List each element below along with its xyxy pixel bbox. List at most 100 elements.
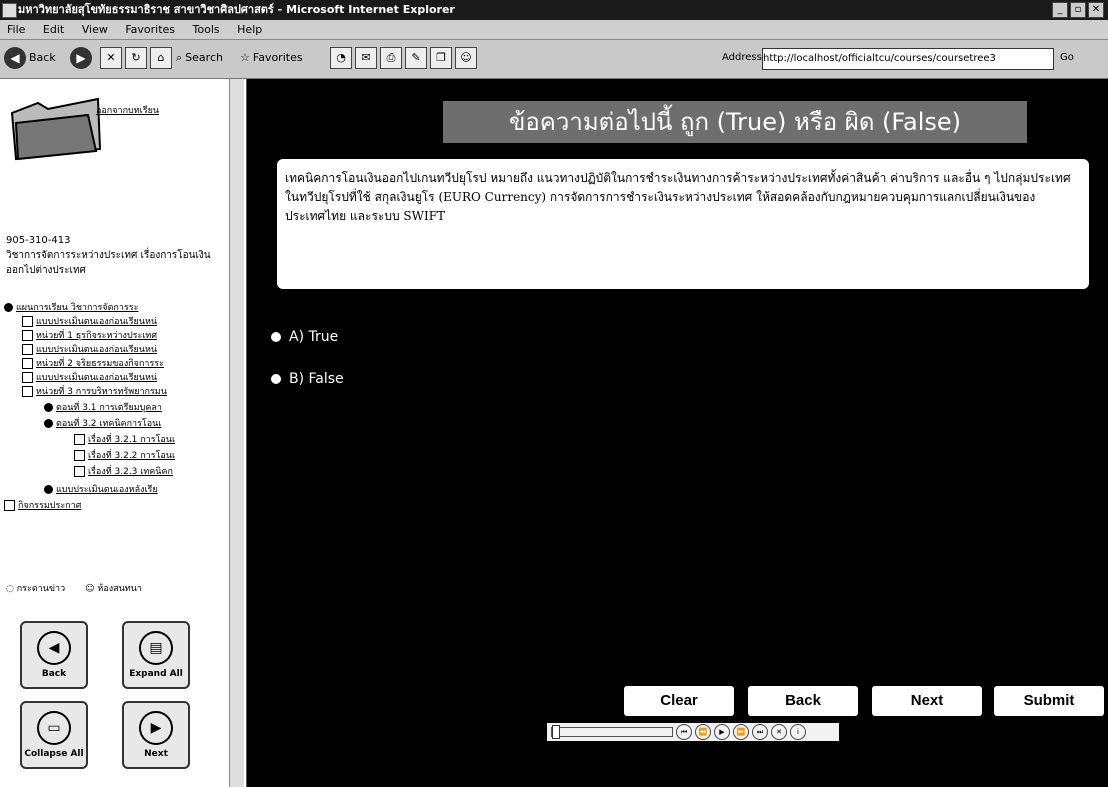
search-toolbar-label: Search: [185, 51, 223, 64]
tree-item[interactable]: หน่วยที่ 3 การบริหารทรัพยากรมน: [22, 385, 167, 399]
document-icon: [74, 466, 85, 477]
option-true-label: A) True: [289, 329, 339, 345]
option-true[interactable]: A) True: [271, 329, 338, 345]
tree-item[interactable]: กิจกรรมประกาศ: [4, 499, 81, 513]
question-text: เทคนิคการโอนเงินออกไปเกนทวีปยุโรป หมายถึ…: [285, 171, 1071, 223]
tree-item[interactable]: แบบประเมินตนเองก่อนเรียนหน่: [22, 371, 157, 385]
progress-knob[interactable]: [552, 725, 560, 739]
tree-item[interactable]: ตอนที่ 3.2 เทคนิคการโอนเ: [44, 417, 161, 431]
menu-favorites[interactable]: Favorites: [118, 20, 182, 39]
exit-course-link[interactable]: ออกจากบทเรียน: [96, 103, 159, 117]
history-icon[interactable]: ◔: [330, 47, 352, 69]
back-toolbar-button[interactable]: ◀ Back: [4, 46, 56, 70]
course-title: วิชาการจัดการระหว่างประเทศ เรื่องการโอนเ…: [6, 250, 211, 276]
ie-icon: [2, 3, 17, 18]
page-icon: [22, 316, 33, 327]
assessment-icon: [44, 485, 53, 494]
plan-icon: [4, 303, 13, 312]
progress-track[interactable]: [551, 725, 673, 739]
stop-icon[interactable]: ✕: [100, 47, 122, 69]
window-title: มหาวิทยาลัยสุโขทัยธรรมาธิราช สาขาวิชาศิล…: [18, 3, 455, 16]
menu-edit[interactable]: Edit: [36, 20, 71, 39]
course-info: 905-310-413 วิชาการจัดการระหว่างประเทศ เ…: [6, 233, 228, 278]
tree-item[interactable]: หน่วยที่ 1 ธุรกิจระหว่างประเทศ: [22, 329, 157, 343]
page-icon: [22, 372, 33, 383]
course-sidebar: ออกจากบทเรียน 905-310-413 วิชาการจัดการร…: [0, 79, 247, 787]
favorites-toolbar-button[interactable]: ☆ Favorites: [240, 46, 303, 70]
search-icon: ⌕: [176, 51, 183, 64]
search-toolbar-button[interactable]: ⌕ Search: [176, 46, 223, 70]
info-icon[interactable]: i: [790, 724, 806, 740]
tree-item[interactable]: เรื่องที่ 3.2.1 การโอนเ: [74, 433, 175, 447]
refresh-icon[interactable]: ↻: [125, 47, 147, 69]
quiz-panel: ข้อความต่อไปนี้ ถูก (True) หรือ ผิด (Fal…: [247, 79, 1108, 787]
discuss-icon[interactable]: ❐: [430, 47, 452, 69]
page-icon: [22, 330, 33, 341]
page-icon: [22, 358, 33, 369]
menu-bar: File Edit View Favorites Tools Help: [0, 20, 1108, 40]
maximize-button[interactable]: ▫: [1070, 2, 1086, 18]
close-button[interactable]: ✕: [1088, 2, 1104, 18]
forward-icon[interactable]: ⏩: [733, 724, 749, 740]
section-icon: [44, 403, 53, 412]
rewind-icon[interactable]: ⏪: [695, 724, 711, 740]
section-icon: [44, 419, 53, 428]
tree-item[interactable]: เรื่องที่ 3.2.3 เทคนิคก: [74, 465, 173, 479]
tree-item[interactable]: แบบประเมินตนเองหลังเรีย: [44, 483, 158, 497]
last-icon[interactable]: ⏭: [752, 724, 768, 740]
first-icon[interactable]: ⏮: [676, 724, 692, 740]
expand-all-button[interactable]: ▤ Expand All: [122, 621, 190, 689]
forward-toolbar-button[interactable]: ▶: [70, 46, 92, 70]
radio-true[interactable]: [271, 332, 281, 342]
tree-item[interactable]: เรื่องที่ 3.2.2 การโอนเ: [74, 449, 175, 463]
back-icon: ◀: [37, 631, 71, 665]
tree-item[interactable]: แผนการเรียน วิชาการจัดการระ: [4, 301, 138, 315]
mail-icon[interactable]: ✉: [355, 47, 377, 69]
back-toolbar-label: Back: [29, 51, 56, 64]
print-icon[interactable]: ⎙: [380, 47, 402, 69]
star-icon: ☆: [240, 51, 250, 64]
edit-icon[interactable]: ✎: [405, 47, 427, 69]
tree-item[interactable]: ตอนที่ 3.1 การเตรียมบุคลา: [44, 401, 162, 415]
address-label: Address: [722, 52, 762, 63]
expand-folder-icon: ▤: [139, 631, 173, 665]
board-link[interactable]: ◌ กระดานข่าว: [6, 581, 65, 595]
folder-icon: [10, 97, 102, 161]
close-player-icon[interactable]: ✕: [771, 724, 787, 740]
menu-help[interactable]: Help: [230, 20, 269, 39]
chat-room-link[interactable]: ☺ ห้องสนทนา: [85, 581, 142, 595]
home-icon[interactable]: ⌂: [150, 47, 172, 69]
next-icon: ▶: [139, 711, 173, 745]
messenger-icon[interactable]: ☺: [455, 47, 477, 69]
question-box: เทคนิคการโอนเงินออกไปเกนทวีปยุโรป หมายถึ…: [277, 159, 1089, 289]
option-false[interactable]: B) False: [271, 371, 344, 387]
tree-item[interactable]: แบบประเมินตนเองก่อนเรียนหน่: [22, 315, 157, 329]
go-button[interactable]: Go: [1060, 48, 1074, 68]
browser-toolbar: ◀ Back ▶ ✕ ↻ ⌂ ⌕ Search ☆ Favorites ◔ ✉ …: [0, 40, 1108, 79]
page-icon: [22, 344, 33, 355]
back-button[interactable]: Back: [748, 686, 858, 716]
option-false-label: B) False: [289, 371, 344, 387]
clear-button[interactable]: Clear: [624, 686, 734, 716]
collapse-all-button[interactable]: ▭ Collapse All: [20, 701, 88, 769]
next-button[interactable]: Next: [872, 686, 982, 716]
address-value: http://localhost/officialtcu/courses/cou…: [763, 53, 996, 64]
minimize-button[interactable]: _: [1052, 2, 1068, 18]
sidebar-next-button[interactable]: ▶ Next: [122, 701, 190, 769]
question-heading: ข้อความต่อไปนี้ ถูก (True) หรือ ผิด (Fal…: [443, 101, 1027, 143]
address-bar[interactable]: http://localhost/officialtcu/courses/cou…: [762, 48, 1054, 70]
menu-tools[interactable]: Tools: [186, 20, 227, 39]
forward-arrow-icon: ▶: [70, 47, 92, 69]
submit-button[interactable]: Submit: [994, 686, 1104, 716]
radio-false[interactable]: [271, 374, 281, 384]
sidebar-scrollbar[interactable]: [229, 79, 244, 787]
favorites-toolbar-label: Favorites: [252, 51, 303, 64]
menu-view[interactable]: View: [75, 20, 115, 39]
tree-item[interactable]: แบบประเมินตนเองก่อนเรียนหน่: [22, 343, 157, 357]
play-icon[interactable]: ▶: [714, 724, 730, 740]
menu-file[interactable]: File: [0, 20, 32, 39]
sidebar-back-button[interactable]: ◀ Back: [20, 621, 88, 689]
tree-item[interactable]: หน่วยที่ 2 จริยธรรมของกิจการระ: [22, 357, 164, 371]
media-player-bar: ⏮ ⏪ ▶ ⏩ ⏭ ✕ i: [547, 723, 839, 741]
page-icon: [22, 386, 33, 397]
